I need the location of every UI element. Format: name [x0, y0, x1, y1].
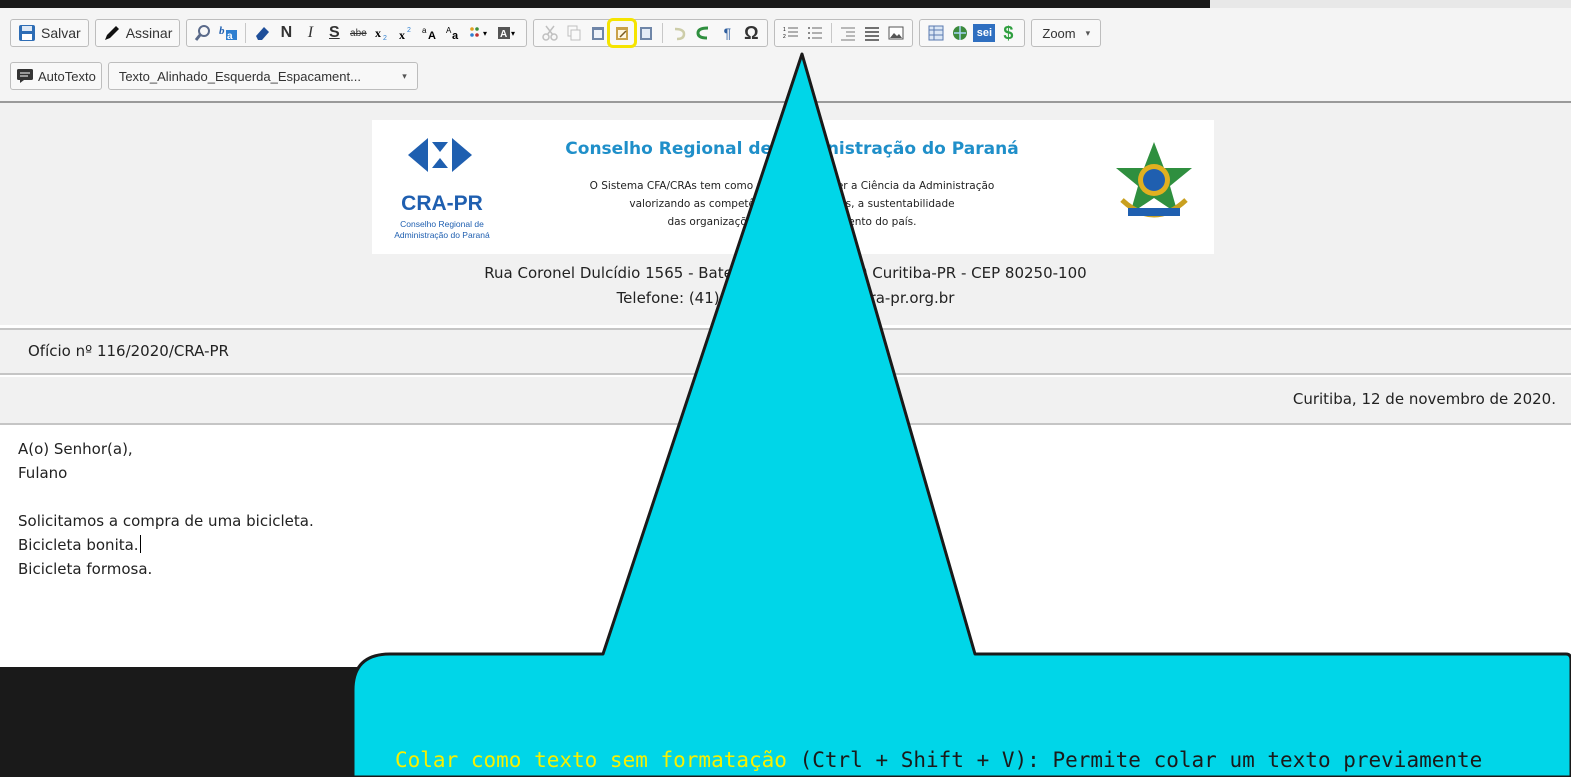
- callout-feature-name: Colar como texto sem formatação: [395, 748, 787, 772]
- callout-text: Colar como texto sem formatação (Ctrl + …: [395, 748, 1482, 772]
- tutorial-callout: [351, 52, 1571, 777]
- callout-description: (Ctrl + Shift + V): Permite colar um tex…: [786, 748, 1483, 772]
